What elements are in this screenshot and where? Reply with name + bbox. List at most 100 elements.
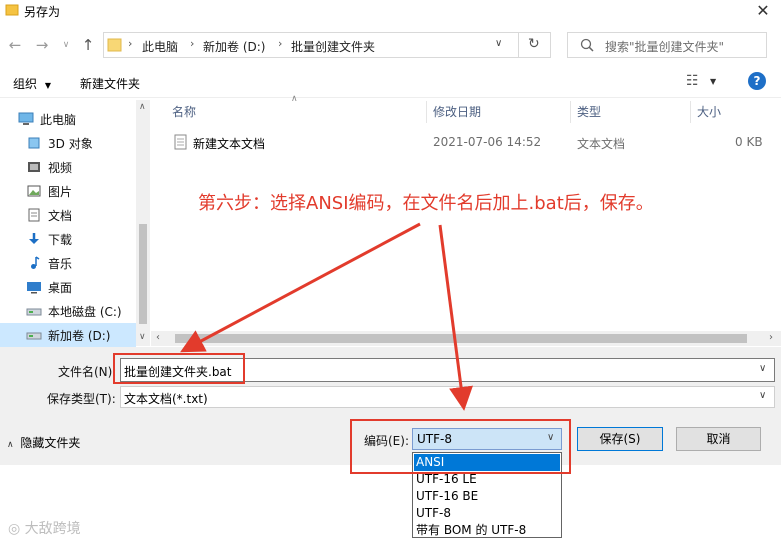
close-icon[interactable]: ✕ (753, 1, 773, 21)
breadcrumb-folder[interactable]: 批量创建文件夹 (291, 38, 375, 55)
download-icon (26, 231, 42, 247)
file-name: 新建文本文档 (193, 137, 266, 151)
column-divider[interactable] (690, 101, 691, 123)
chevron-up-icon: ∧ (7, 440, 14, 450)
breadcrumb-drive-d[interactable]: 新加卷 (D:) (203, 38, 265, 55)
refresh-icon[interactable]: ↻ (528, 36, 540, 52)
organize-label: 组织 (13, 77, 38, 91)
help-icon[interactable]: ? (748, 72, 766, 90)
sidebar-item-label: 文档 (48, 209, 73, 223)
toolbar: 组织 ▼ 新建文件夹 ☷ ▼ ? (0, 68, 781, 98)
column-header-name[interactable]: 名称 (172, 103, 196, 120)
save-dialog-icon (5, 3, 19, 17)
scroll-left-icon[interactable]: ‹ (156, 332, 160, 343)
chevron-down-icon[interactable]: ∨ (759, 363, 766, 374)
scroll-right-icon[interactable]: › (769, 332, 773, 343)
sidebar-item-label: 图片 (48, 185, 73, 199)
drive-icon (26, 327, 42, 343)
scroll-down-icon[interactable]: ∨ (139, 332, 146, 342)
column-header-date[interactable]: 修改日期 (433, 103, 481, 120)
computer-icon (18, 111, 34, 127)
sidebar-item-label: 视频 (48, 161, 73, 175)
save-button[interactable]: 保存(S) (577, 427, 663, 451)
sidebar-item[interactable]: 本地磁盘 (C:) (0, 299, 136, 323)
sidebar-item-label: 新加卷 (D:) (48, 329, 111, 343)
search-box[interactable]: 搜索"批量创建文件夹" (567, 32, 767, 58)
sidebar-item[interactable]: 下载 (0, 227, 136, 251)
watermark-logo-icon: ◎ (8, 521, 21, 537)
video-icon (26, 159, 42, 175)
breadcrumb-separator: › (128, 37, 133, 50)
chevron-down-icon[interactable]: ∨ (56, 35, 76, 55)
sidebar-scrollbar[interactable]: ∧ ∨ (136, 100, 150, 346)
file-type: 文本文档 (577, 137, 626, 151)
chevron-down-icon[interactable]: ∨ (759, 390, 766, 401)
search-placeholder: 搜索"批量创建文件夹" (605, 40, 725, 54)
folder-icon (107, 37, 123, 53)
back-icon[interactable]: ← (5, 35, 25, 55)
encoding-highlight-box (350, 419, 571, 474)
scroll-up-icon[interactable]: ∧ (139, 102, 146, 112)
sidebar-item[interactable]: 文档 (0, 203, 136, 227)
arrow-to-filename (180, 222, 421, 353)
filetype-value: 文本文档(*.txt) (124, 392, 208, 406)
filetype-select[interactable]: 文本文档(*.txt) ∨ (120, 386, 775, 408)
search-icon (580, 38, 594, 52)
3d-objects-icon (26, 135, 42, 151)
file-date: 2021-07-06 14:52 (433, 135, 542, 149)
forward-icon[interactable]: → (32, 35, 52, 55)
hide-folders-label: 隐藏文件夹 (20, 436, 81, 450)
column-header-type[interactable]: 类型 (577, 103, 601, 120)
column-divider[interactable] (426, 101, 427, 123)
view-options-icon[interactable]: ☷ (686, 73, 699, 89)
text-file-icon (174, 134, 188, 150)
sidebar-item-label: 3D 对象 (48, 137, 93, 151)
breadcrumb-separator: › (278, 37, 283, 50)
sidebar-item[interactable]: 图片 (0, 179, 136, 203)
breadcrumb-this-pc[interactable]: 此电脑 (142, 38, 178, 55)
cancel-button[interactable]: 取消 (676, 427, 761, 451)
hide-folders-toggle[interactable]: ∧ 隐藏文件夹 (7, 434, 80, 451)
encoding-option[interactable]: UTF-8 (414, 505, 560, 522)
sort-ascending-icon: ∧ (291, 94, 298, 104)
sidebar-item-label: 下载 (48, 233, 73, 247)
column-header-size[interactable]: 大小 (697, 103, 721, 120)
pictures-icon (26, 183, 42, 199)
encoding-option[interactable]: 带有 BOM 的 UTF-8 (414, 522, 560, 539)
new-folder-button[interactable]: 新建文件夹 (80, 75, 140, 92)
watermark: ◎ 大敌跨境 (8, 518, 81, 538)
instruction-annotation: 第六步：选择ANSI编码，在文件名后加上.bat后，保存。 (198, 193, 654, 214)
up-icon[interactable]: ↑ (78, 35, 98, 55)
address-bar[interactable]: › 此电脑 › 新加卷 (D:) › 批量创建文件夹 ∨ ↻ (103, 32, 551, 58)
sidebar-item[interactable]: 此电脑 (0, 107, 136, 131)
address-divider (518, 33, 519, 57)
organize-menu[interactable]: 组织 ▼ (13, 75, 51, 92)
encoding-option[interactable]: UTF-16 BE (414, 488, 560, 505)
sidebar-item-label: 音乐 (48, 257, 73, 271)
hscroll-thumb[interactable] (175, 334, 747, 343)
chevron-down-icon[interactable]: ∨ (495, 38, 502, 49)
sidebar-item[interactable]: 3D 对象 (0, 131, 136, 155)
title-bar: 另存为 ✕ (0, 0, 781, 22)
desktop-icon (26, 279, 42, 295)
watermark-text: 大敌跨境 (24, 521, 81, 537)
breadcrumb-separator: › (190, 37, 195, 50)
window-title: 另存为 (24, 5, 61, 19)
sidebar-item[interactable]: 视频 (0, 155, 136, 179)
caret-down-icon[interactable]: ▼ (710, 77, 716, 86)
sidebar-item-label: 此电脑 (40, 113, 77, 127)
sidebar-item[interactable]: 新加卷 (D:) (0, 323, 136, 347)
sidebar-item-label: 桌面 (48, 281, 73, 295)
column-divider[interactable] (570, 101, 571, 123)
documents-icon (26, 207, 42, 223)
sidebar-item[interactable]: 音乐 (0, 251, 136, 275)
file-row[interactable]: 新建文本文档 2021-07-06 14:52 文本文档 0 KB (168, 132, 768, 154)
sidebar-item[interactable]: 桌面 (0, 275, 136, 299)
file-size: 0 KB (735, 135, 763, 149)
sidebar-item-label: 本地磁盘 (C:) (48, 305, 122, 319)
sidebar-scroll-thumb[interactable] (139, 224, 147, 324)
filename-label: 文件名(N): (58, 365, 117, 379)
caret-down-icon: ▼ (44, 81, 51, 90)
file-list-hscrollbar[interactable]: ‹ › (151, 331, 781, 346)
music-icon (26, 255, 42, 271)
